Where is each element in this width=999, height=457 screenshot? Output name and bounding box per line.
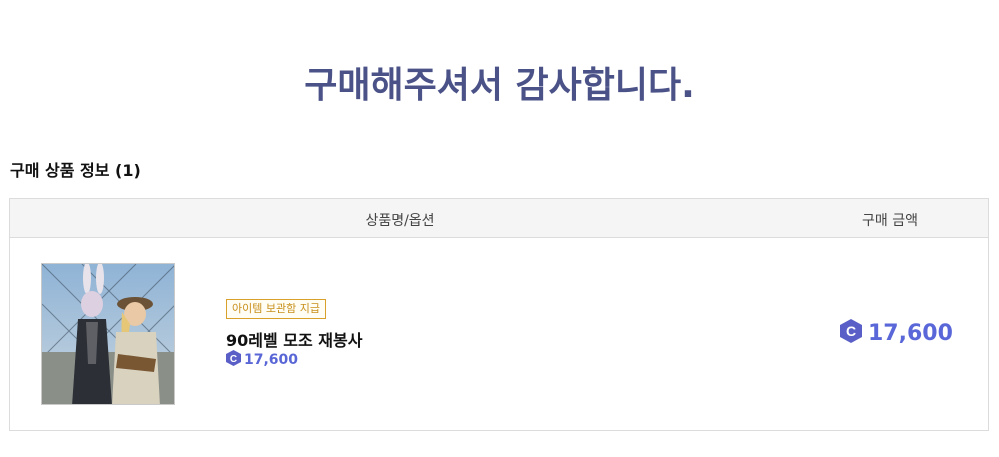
order-table: 상품명/옵션 구매 금액 아이템 보관함 지급 90레벨 모조 재봉사 C 17… xyxy=(9,198,989,431)
unit-price-amount: 17,600 xyxy=(244,352,299,368)
page-title: 구매해주셔서 감사합니다. xyxy=(304,65,695,106)
product-name[interactable]: 90레벨 모조 재봉사 xyxy=(226,327,362,351)
svg-text:C: C xyxy=(846,323,856,339)
section-title: 구매 상품 정보 (1) xyxy=(10,161,141,180)
product-column-header: 상품명/옵션 xyxy=(365,213,435,229)
svg-text:C: C xyxy=(230,354,237,365)
crysta-coin-icon: C xyxy=(226,350,241,370)
total-price: C 17,600 xyxy=(840,319,953,347)
total-price-amount: 17,600 xyxy=(868,320,953,346)
crysta-coin-icon: C xyxy=(840,319,862,347)
amount-column-header: 구매 금액 xyxy=(862,213,918,229)
unit-price: C 17,600 xyxy=(226,350,298,370)
delivery-badge: 아이템 보관함 지급 xyxy=(226,299,326,319)
table-header: 상품명/옵션 구매 금액 xyxy=(10,199,988,238)
product-thumbnail[interactable] xyxy=(41,263,175,405)
